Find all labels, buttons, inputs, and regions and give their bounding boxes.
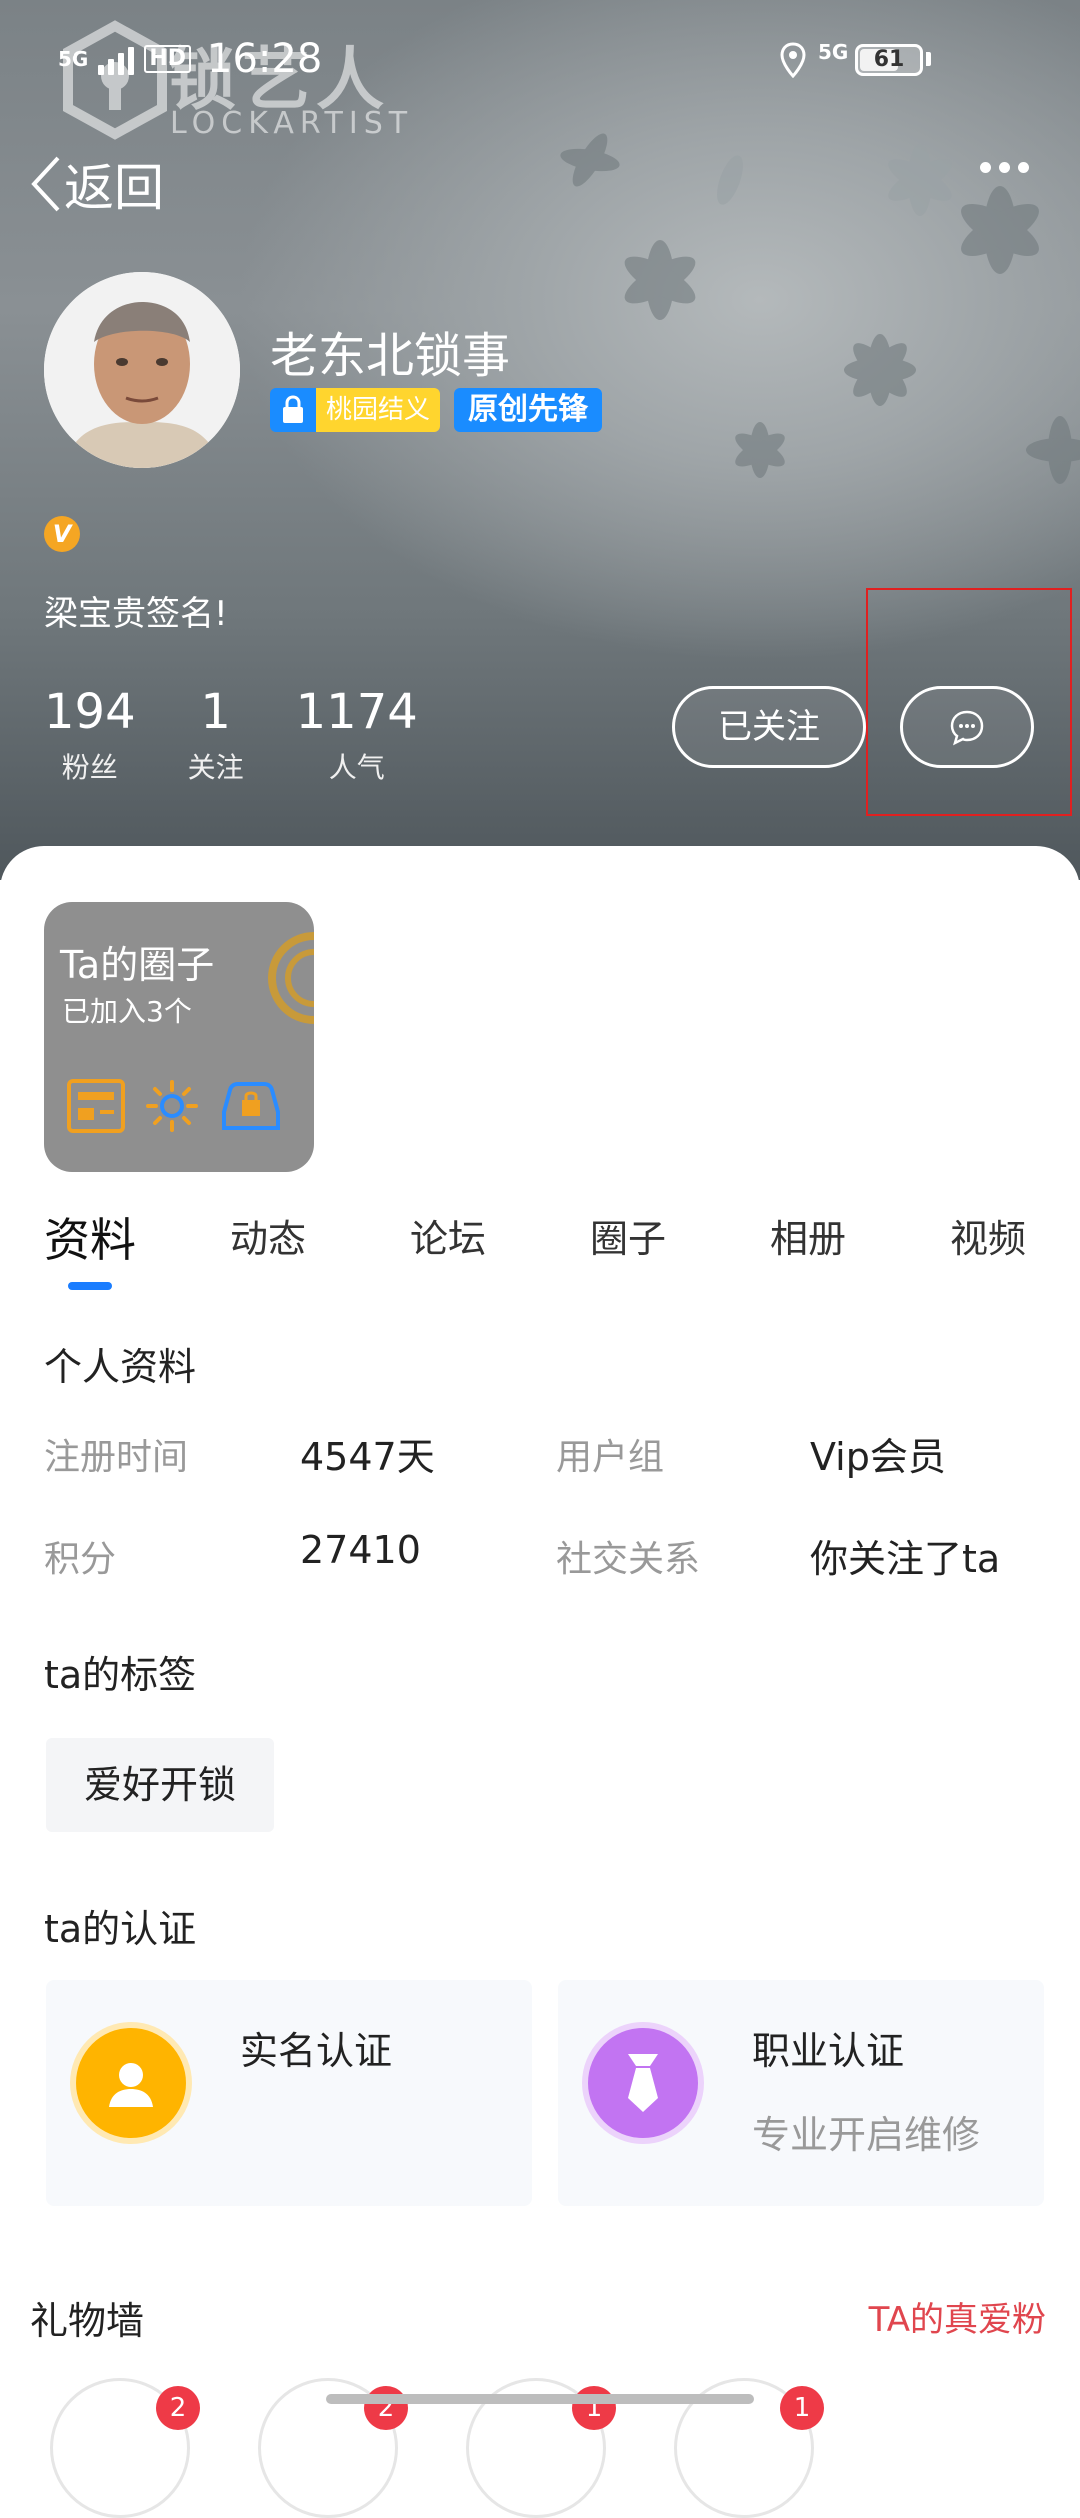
certification-title: ta的认证 xyxy=(44,1907,197,1951)
info-label-register-time: 注册时间 xyxy=(44,1437,189,1478)
user-badges: 桃园结义 原创先锋 xyxy=(270,388,603,432)
lockartist-watermark: 锁艺人 LOCKARTIST xyxy=(60,20,480,150)
gift-count-badge: 2 xyxy=(364,2386,408,2430)
gift-wall-title: 礼物墙 xyxy=(30,2299,145,2343)
battery-level: 61 xyxy=(873,47,905,72)
username: 老东北锁事 xyxy=(270,328,511,384)
info-value-user-group: Vip会员 xyxy=(810,1435,946,1479)
level-badge: 桃园结义 xyxy=(270,388,441,432)
info-value-register-time: 4547天 xyxy=(300,1435,435,1479)
cert-title: 职业认证 xyxy=(752,2029,905,2073)
stat-label: 人气 xyxy=(328,751,385,784)
profile-tabs: 资料 动态 论坛 圈子 相册 视频 xyxy=(0,1208,1080,1298)
tab-album[interactable]: 相册 xyxy=(770,1208,846,1263)
tab-video[interactable]: 视频 xyxy=(950,1208,1026,1263)
stat-following[interactable]: 1 关注 xyxy=(188,684,244,786)
gift-count-badge: 1 xyxy=(780,2386,824,2430)
sun-icon xyxy=(146,1080,198,1132)
active-tab-indicator xyxy=(68,1282,112,1290)
lock-icon xyxy=(270,388,316,432)
level-badge-label: 桃园结义 xyxy=(316,388,441,432)
stat-value: 1174 xyxy=(295,684,418,740)
avatar-portrait xyxy=(44,272,240,468)
more-options-button[interactable] xyxy=(980,162,1029,173)
cert-desc: 专业开启维修 xyxy=(752,2113,981,2157)
profile-content-card: Ta的圈子 已加入3个 资料 动态 论坛 圈子 相册 视频 个人资料 注册时间 … xyxy=(0,846,1080,2518)
home-indicator[interactable] xyxy=(326,2394,754,2404)
back-button[interactable]: 返回 xyxy=(28,148,164,220)
stat-value: 194 xyxy=(44,684,136,740)
cert-real-name[interactable]: 实名认证 xyxy=(46,1980,532,2206)
circles-card[interactable]: Ta的圈子 已加入3个 xyxy=(44,902,314,1172)
annotation-highlight-box xyxy=(866,588,1072,816)
verified-v-icon: V xyxy=(44,516,80,552)
followed-button[interactable]: 已关注 xyxy=(672,686,866,768)
cert-professional[interactable]: 职业认证 专业开启维修 xyxy=(558,1980,1044,2206)
lockartist-logo-icon xyxy=(63,20,167,140)
back-label: 返回 xyxy=(64,159,164,217)
tab-circles[interactable]: 圈子 xyxy=(590,1208,666,1263)
tab-profile[interactable]: 资料 xyxy=(44,1204,136,1270)
location-icon xyxy=(780,42,806,78)
circles-card-title: Ta的圈子 xyxy=(60,943,215,987)
user-stats: 194 粉丝 1 关注 1174 人气 xyxy=(44,684,470,786)
car-lock-icon xyxy=(222,1082,280,1130)
stat-value: 1 xyxy=(200,684,231,740)
stat-label: 关注 xyxy=(187,751,244,784)
circle-icons xyxy=(66,1078,284,1134)
tie-icon xyxy=(588,2028,698,2138)
info-value-social: 你关注了ta xyxy=(810,1537,1001,1581)
tab-forum[interactable]: 论坛 xyxy=(410,1208,486,1263)
cert-title: 实名认证 xyxy=(240,2029,393,2073)
true-fans-link[interactable]: TA的真爱粉 xyxy=(869,2292,1046,2341)
honor-badge: 原创先锋 xyxy=(454,388,603,432)
stat-followers[interactable]: 194 粉丝 xyxy=(44,684,136,786)
circle-ring-decoration xyxy=(268,932,314,1024)
tags-title: ta的标签 xyxy=(44,1653,197,1697)
battery-icon: 61 xyxy=(855,44,923,76)
info-label-user-group: 用户组 xyxy=(556,1437,665,1478)
network-type-right: 5G xyxy=(818,40,849,64)
user-signature: 梁宝贵签名! xyxy=(44,594,228,634)
tag-chip[interactable]: 爱好开锁 xyxy=(46,1738,274,1832)
tab-moments[interactable]: 动态 xyxy=(230,1208,306,1263)
watermark-en: LOCKARTIST xyxy=(170,106,414,141)
battery-cap xyxy=(926,52,931,66)
info-value-points: 27410 xyxy=(300,1528,421,1572)
gift-count-badge: 2 xyxy=(156,2386,200,2430)
profile-header: 5G HD 16:28 5G 61 锁艺人 LOCKARTIST 返回 老东北锁… xyxy=(0,0,1080,880)
stat-label: 粉丝 xyxy=(61,751,118,784)
info-label-social: 社交关系 xyxy=(556,1539,701,1580)
circles-card-subtitle: 已加入3个 xyxy=(62,995,192,1028)
info-label-points: 积分 xyxy=(44,1539,117,1580)
card-reader-icon xyxy=(67,1079,125,1133)
avatar[interactable] xyxy=(44,272,240,468)
chevron-left-icon xyxy=(31,156,60,212)
personal-info-title: 个人资料 xyxy=(44,1345,197,1389)
user-icon xyxy=(76,2028,186,2138)
stat-popularity[interactable]: 1174 人气 xyxy=(296,684,418,786)
gift-count-badge: 1 xyxy=(572,2386,616,2430)
